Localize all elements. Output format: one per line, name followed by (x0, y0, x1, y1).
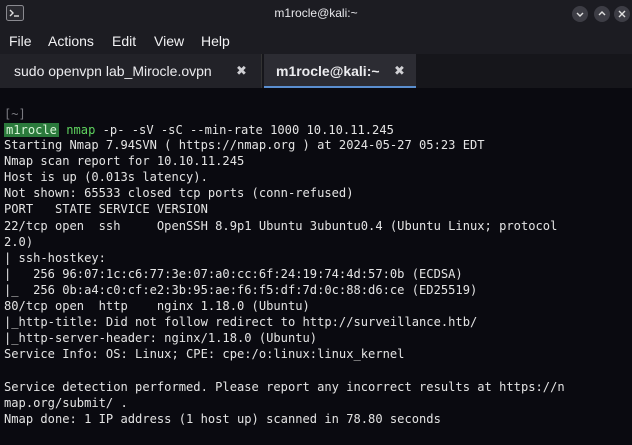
tab-bar: sudo openvpn lab_Mirocle.ovpn ✖ m1rocle@… (0, 54, 632, 88)
output-line: |_http-title: Did not follow redirect to… (4, 315, 478, 330)
menu-bar: File Actions Edit View Help (0, 28, 632, 54)
output-line: Nmap done: 1 IP address (1 host up) scan… (4, 411, 441, 426)
tab-label: m1rocle@kali:~ (276, 63, 380, 79)
menu-view[interactable]: View (154, 33, 184, 49)
tab-close-icon[interactable]: ✖ (236, 63, 247, 79)
output-line: |_http-server-header: nginx/1.18.0 (Ubun… (4, 331, 318, 346)
maximize-icon[interactable] (594, 6, 610, 22)
window-title: m1rocle@kali:~ (274, 6, 358, 20)
close-icon[interactable] (614, 6, 630, 22)
menu-help[interactable]: Help (201, 33, 230, 49)
title-bar: m1rocle@kali:~ (0, 0, 632, 28)
output-line: map.org/submit/ . (4, 395, 128, 410)
tab-shell[interactable]: m1rocle@kali:~ ✖ (264, 54, 416, 88)
command-name: nmap (66, 123, 96, 137)
output-line: 80/tcp open http nginx 1.18.0 (Ubuntu) (4, 299, 310, 313)
tab-label: sudo openvpn lab_Mirocle.ovpn (14, 63, 212, 79)
menu-edit[interactable]: Edit (112, 33, 136, 49)
output-line: |_ 256 0b:a4:c0:cf:e2:3b:95:ae:f6:f5:df:… (4, 282, 478, 297)
prompt-directory: [~] (4, 107, 26, 121)
minimize-icon[interactable] (572, 6, 588, 22)
output-line: Nmap scan report for 10.10.11.245 (4, 154, 245, 169)
terminal-output[interactable]: [~] m1rocle nmap -p- -sV -sC --min-rate … (0, 88, 632, 445)
command-args: -p- -sV -sC --min-rate 1000 10.10.11.245 (95, 123, 394, 137)
output-line: Service Info: OS: Linux; CPE: cpe:/o:lin… (4, 347, 405, 362)
output-line: PORT STATE SERVICE VERSION (4, 202, 208, 217)
output-line: Host is up (0.013s latency). (4, 170, 208, 185)
prompt-line: m1rocle nmap -p- -sV -sC --min-rate 1000… (4, 122, 394, 138)
tab-openvpn[interactable]: sudo openvpn lab_Mirocle.ovpn ✖ (0, 54, 262, 88)
menu-actions[interactable]: Actions (48, 33, 94, 49)
output-line: Service detection performed. Please repo… (4, 379, 565, 394)
output-line: Not shown: 65533 closed tcp ports (conn-… (4, 186, 354, 201)
output-line: 22/tcp open ssh OpenSSH 8.9p1 Ubuntu 3ub… (4, 218, 558, 233)
tab-close-icon[interactable]: ✖ (394, 63, 405, 79)
prompt-user: m1rocle (4, 123, 59, 137)
output-line: | ssh-hostkey: (4, 250, 106, 265)
output-line: 2.0) (4, 234, 34, 249)
output-line: Starting Nmap 7.94SVN ( https://nmap.org… (4, 138, 485, 152)
output-line: | 256 96:07:1c:c6:77:3e:07:a0:cc:6f:24:1… (4, 266, 463, 281)
menu-file[interactable]: File (9, 33, 32, 49)
